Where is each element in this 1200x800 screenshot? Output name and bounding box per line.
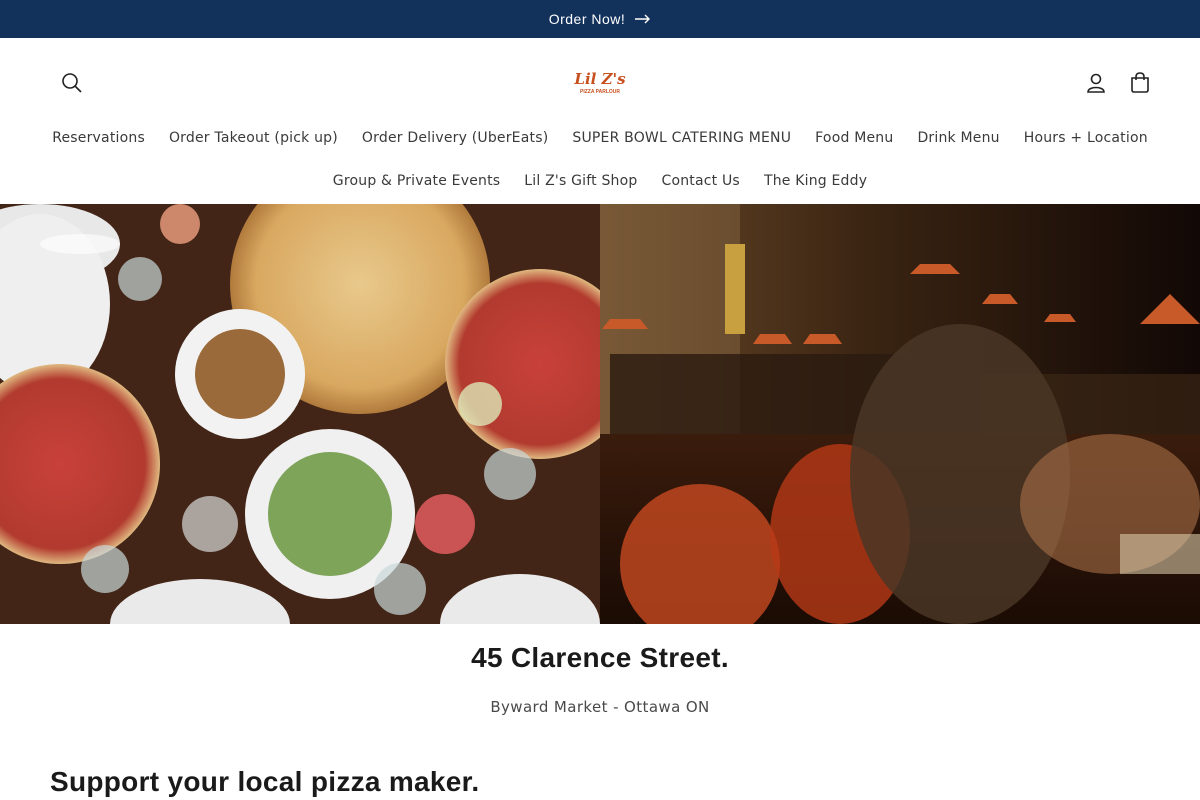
nav-food-menu[interactable]: Food Menu (803, 124, 905, 152)
account-button[interactable] (1074, 61, 1118, 105)
nav-order-delivery[interactable]: Order Delivery (UberEats) (350, 124, 560, 152)
nav-drink-menu[interactable]: Drink Menu (905, 124, 1011, 152)
restaurant-interior-photo (600, 204, 1200, 624)
lilz-logo-icon: Lil Z's PIZZA PARLOUR (573, 70, 626, 95)
account-icon (1087, 73, 1105, 93)
arrow-right-icon (635, 14, 651, 24)
main-nav-row-2: Group & Private Events Lil Z's Gift Shop… (0, 167, 1200, 195)
nav-contact-us[interactable]: Contact Us (649, 167, 751, 195)
site-header: Lil Z's PIZZA PARLOUR Reservations Order… (0, 38, 1200, 204)
cart-icon (1131, 72, 1149, 93)
nav-gift-shop[interactable]: Lil Z's Gift Shop (512, 167, 649, 195)
nav-group-events[interactable]: Group & Private Events (321, 167, 513, 195)
nav-super-bowl-catering[interactable]: SUPER BOWL CATERING MENU (560, 124, 803, 152)
location-area: Byward Market - Ottawa ON (490, 698, 710, 716)
search-button[interactable] (50, 61, 94, 105)
location-address: 45 Clarence Street. (471, 642, 729, 673)
hero-banner (0, 204, 1200, 624)
site-logo[interactable]: Lil Z's PIZZA PARLOUR (573, 66, 626, 100)
nav-hours-location[interactable]: Hours + Location (1012, 124, 1160, 152)
main-nav-row-1: Reservations Order Takeout (pick up) Ord… (0, 124, 1200, 152)
svg-text:Lil Z's: Lil Z's (574, 70, 626, 88)
order-now-link[interactable]: Order Now! (549, 11, 652, 27)
order-now-label: Order Now! (548, 11, 626, 27)
search-icon (62, 73, 82, 93)
nav-reservations[interactable]: Reservations (40, 124, 157, 152)
announcement-bar: Order Now! (0, 0, 1200, 38)
nav-king-eddy[interactable]: The King Eddy (752, 167, 879, 195)
support-heading: Support your local pizza maker. (50, 766, 480, 797)
pizza-table-photo (0, 204, 600, 624)
svg-text:PIZZA PARLOUR: PIZZA PARLOUR (580, 89, 620, 95)
cart-button[interactable] (1118, 61, 1162, 105)
nav-order-takeout[interactable]: Order Takeout (pick up) (157, 124, 350, 152)
